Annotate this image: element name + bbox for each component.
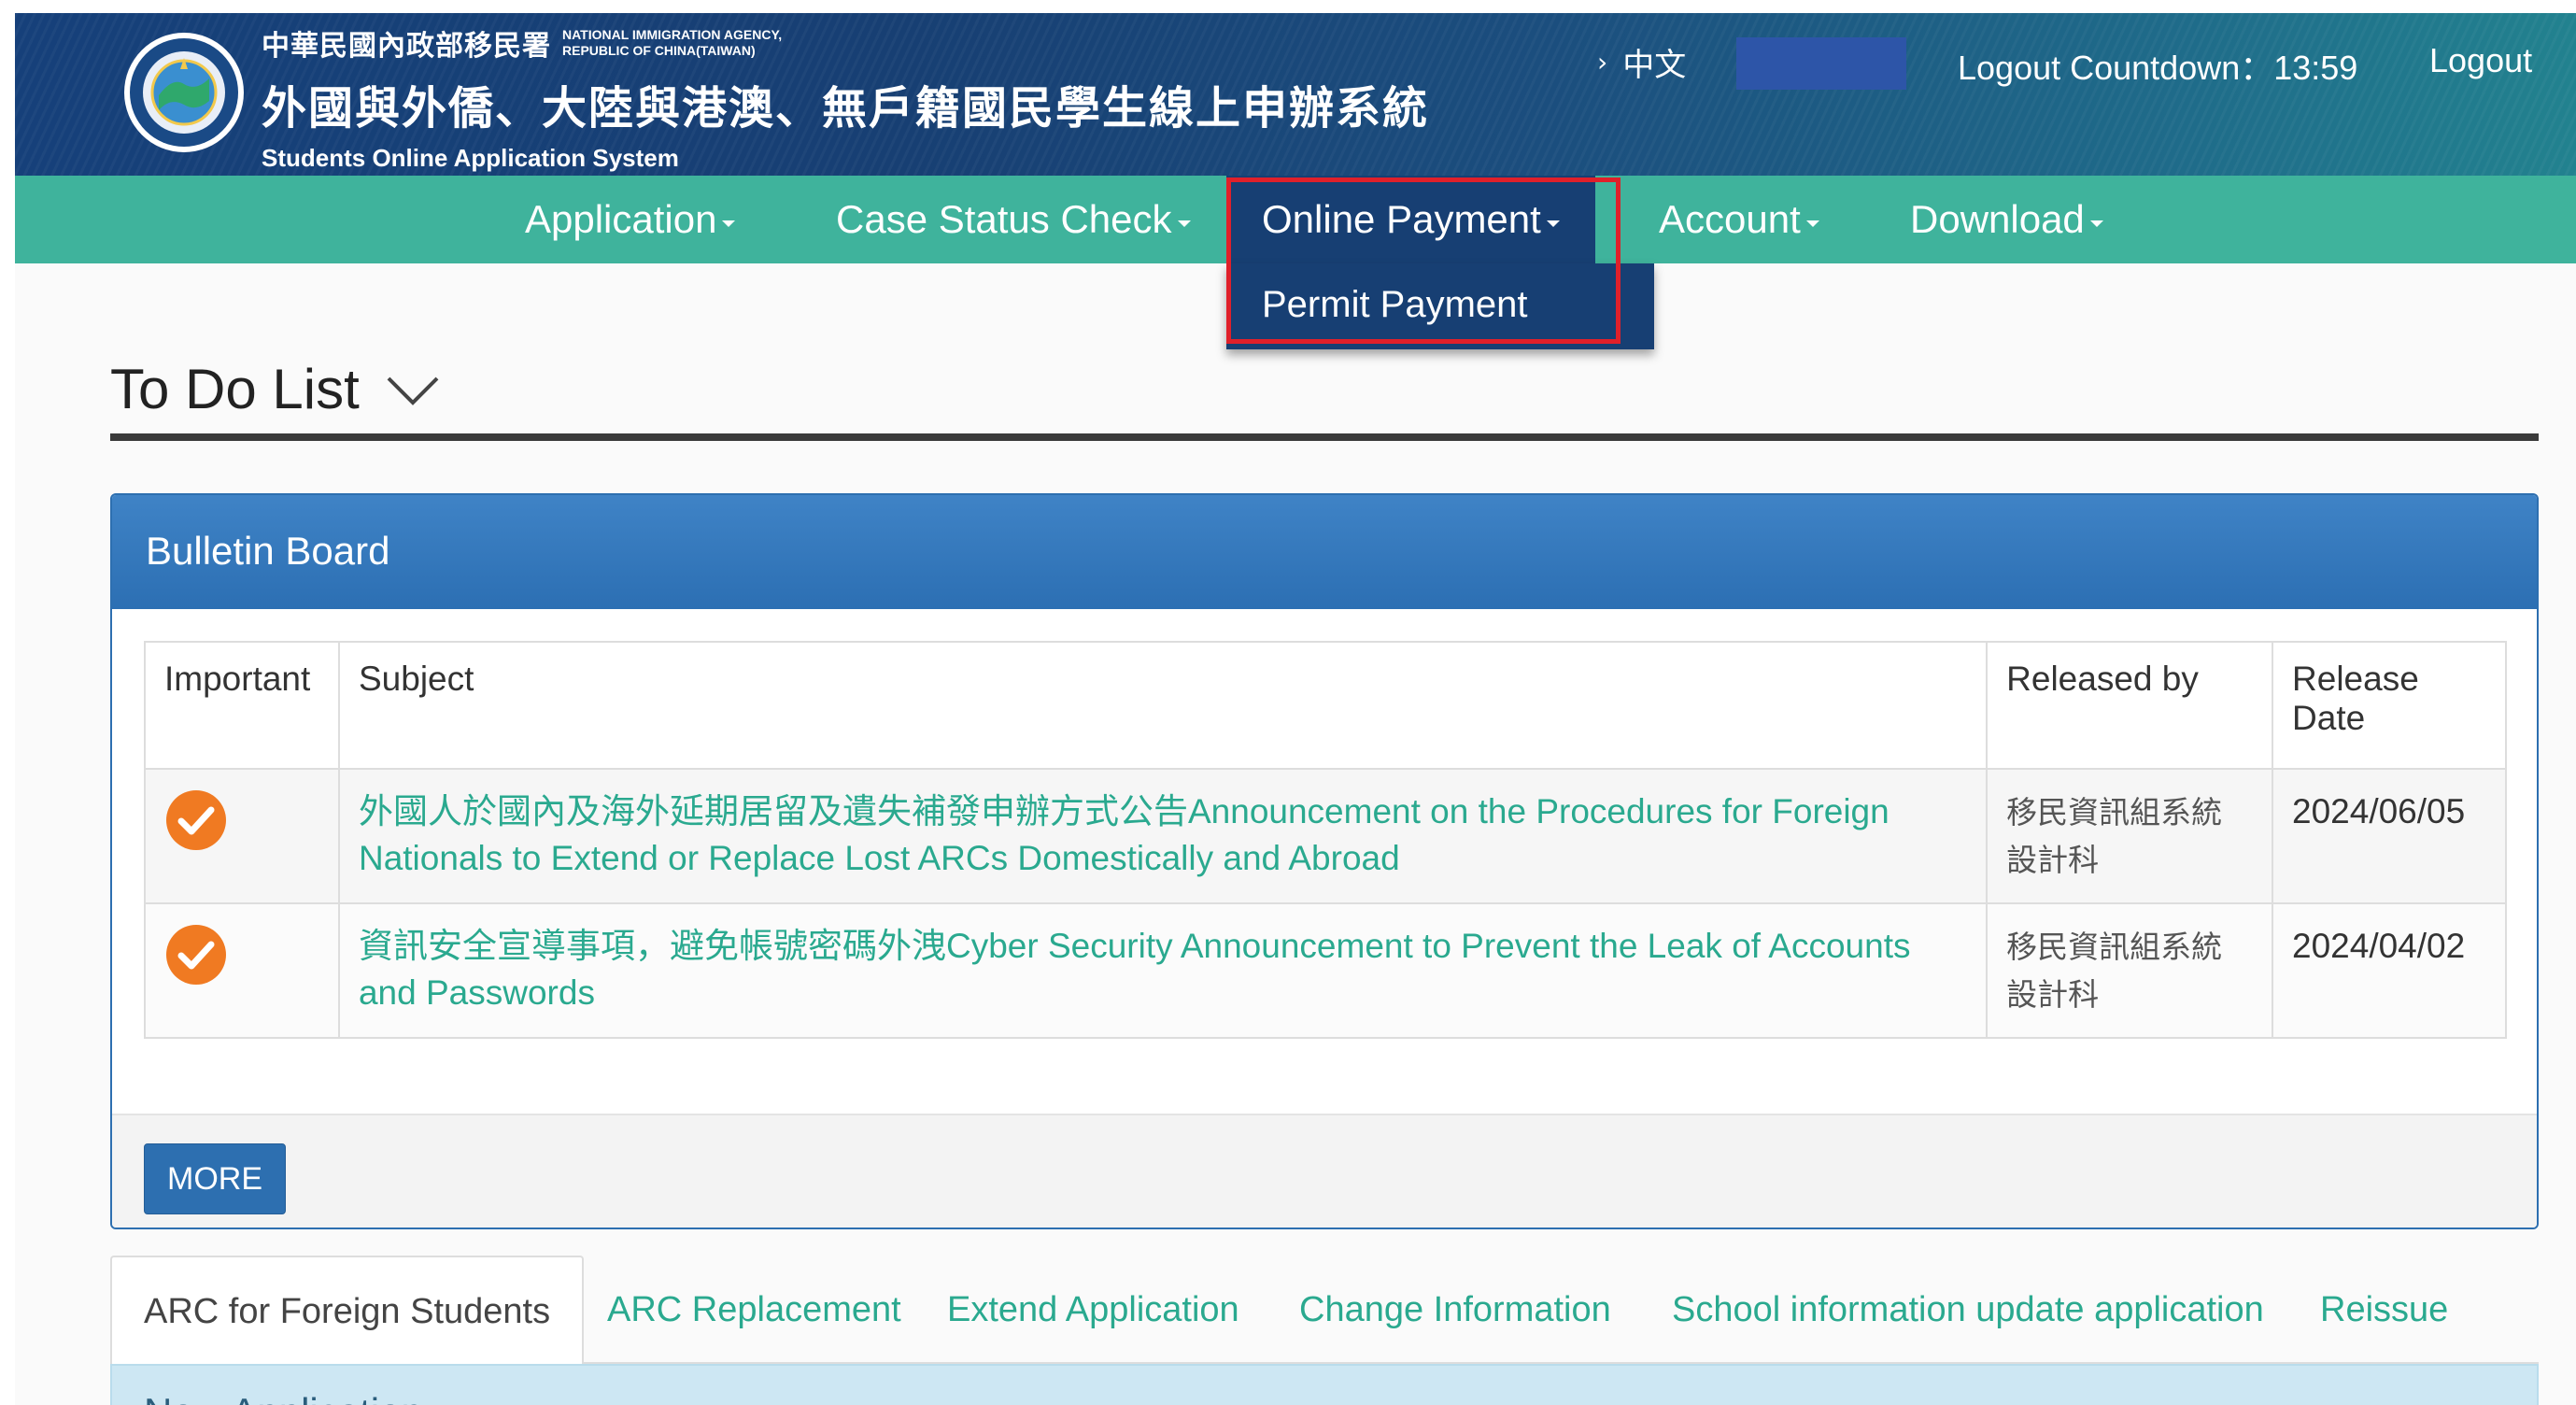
- main-nav: Application Case Status Check Online Pay…: [15, 176, 2576, 263]
- system-name-zh: 外國與外僑、大陸與港澳、無戶籍國民學生線上申辦系統: [262, 82, 1430, 135]
- nav-case-status-check[interactable]: Case Status Check: [836, 176, 1191, 263]
- caret-down-icon: [2089, 220, 2103, 227]
- bulletin-board-panel: Bulletin Board Important Subject Release…: [110, 493, 2539, 1229]
- agency-name-en-line2: REPUBLIC OF CHINA(TAIWAN): [562, 43, 756, 58]
- chevron-down-icon: [387, 376, 439, 405]
- agency-seal-icon: [124, 33, 244, 152]
- bulletin-table: Important Subject Released by Release Da…: [144, 641, 2507, 1039]
- tab-school-information-update[interactable]: School information update application: [1672, 1256, 2264, 1364]
- site-title: 中華民國內政部移民署 NATIONAL IMMIGRATION AGENCY, …: [262, 22, 1429, 173]
- user-name-box: [1736, 37, 1906, 90]
- tab-reissue[interactable]: Reissue: [2320, 1256, 2448, 1364]
- released-by-cell: 移民資訊組系統設計科: [1986, 902, 2274, 1039]
- released-by-text: 移民資訊組系統設計科: [2006, 929, 2223, 1013]
- divider: [110, 433, 2539, 441]
- nav-account[interactable]: Account: [1659, 176, 1819, 263]
- language-label: 中文: [1622, 47, 1687, 84]
- agency-name-en: NATIONAL IMMIGRATION AGENCY, REPUBLIC OF…: [562, 27, 782, 59]
- caret-down-icon: [722, 220, 736, 227]
- released-by-text: 移民資訊組系統設計科: [2006, 794, 2223, 878]
- agency-name-en-line1: NATIONAL IMMIGRATION AGENCY,: [562, 27, 783, 42]
- column-header-important: Important: [144, 641, 340, 770]
- caret-down-icon: [1546, 220, 1560, 227]
- nav-online-payment[interactable]: Online Payment: [1226, 176, 1595, 263]
- nav-application-label: Application: [525, 197, 717, 241]
- nav-download-label: Download: [1910, 197, 2085, 241]
- important-check-icon: [166, 925, 226, 985]
- tab-arc-for-foreign-students[interactable]: ARC for Foreign Students: [110, 1256, 585, 1366]
- nav-case-status-label: Case Status Check: [836, 197, 1172, 241]
- todo-list-title: To Do List: [110, 358, 360, 420]
- bulletin-board-title: Bulletin Board: [146, 529, 390, 573]
- important-cell: [144, 768, 340, 904]
- bulletin-subject-link[interactable]: 資訊安全宣導事項，避免帳號密碼外洩Cyber Security Announce…: [359, 927, 1911, 1012]
- nav-account-label: Account: [1659, 197, 1801, 241]
- more-button[interactable]: MORE: [144, 1143, 286, 1214]
- bulletin-board-footer: MORE: [112, 1114, 2537, 1228]
- bulletin-board-header: Bulletin Board: [112, 495, 2537, 609]
- page: 中華民國內政部移民署 NATIONAL IMMIGRATION AGENCY, …: [15, 13, 2576, 1405]
- agency-name-zh: 中華民國內政部移民署: [262, 30, 551, 63]
- important-check-icon: [166, 790, 226, 850]
- table-row: 資訊安全宣導事項，避免帳號密碼外洩Cyber Security Announce…: [144, 902, 2507, 1039]
- online-payment-dropdown: Permit Payment: [1226, 263, 1654, 349]
- release-date-cell: 2024/06/05: [2272, 768, 2507, 904]
- caret-down-icon: [1177, 220, 1191, 227]
- column-header-release-date: Release Date: [2272, 641, 2507, 770]
- nav-application[interactable]: Application: [525, 176, 736, 263]
- column-header-released-by: Released by: [1986, 641, 2274, 770]
- tab-arc-replacement[interactable]: ARC Replacement: [607, 1256, 901, 1364]
- release-date-cell: 2024/04/02: [2272, 902, 2507, 1039]
- bulletin-subject-link[interactable]: 外國人於國內及海外延期居留及遺失補發申辦方式公告Announcement on …: [359, 792, 1890, 877]
- subject-cell: 外國人於國內及海外延期居留及遺失補發申辦方式公告Announcement on …: [337, 768, 1989, 904]
- new-application-panel: New Application: [110, 1364, 2539, 1405]
- nav-download[interactable]: Download: [1910, 176, 2103, 263]
- site-header: 中華民國內政部移民署 NATIONAL IMMIGRATION AGENCY, …: [15, 13, 2576, 176]
- table-header-row: Important Subject Released by Release Da…: [144, 641, 2507, 770]
- column-header-subject: Subject: [337, 641, 1989, 770]
- released-by-cell: 移民資訊組系統設計科: [1986, 768, 2274, 904]
- caret-down-icon: [1805, 220, 1819, 227]
- language-switch-link[interactable]: › 中文: [1597, 39, 1686, 85]
- logout-link[interactable]: Logout: [2429, 41, 2532, 80]
- chevron-right-icon: ›: [1597, 47, 1608, 78]
- subject-cell: 資訊安全宣導事項，避免帳號密碼外洩Cyber Security Announce…: [337, 902, 1989, 1039]
- important-cell: [144, 902, 340, 1039]
- tab-change-information[interactable]: Change Information: [1299, 1256, 1611, 1364]
- menu-item-permit-payment[interactable]: Permit Payment: [1262, 284, 1528, 326]
- application-tabs: ARC for Foreign Students ARC Replacement…: [110, 1256, 2539, 1366]
- todo-list-toggle[interactable]: To Do List: [110, 357, 440, 421]
- system-name-en: Students Online Application System: [262, 144, 679, 172]
- tab-extend-application[interactable]: Extend Application: [947, 1256, 1239, 1364]
- new-application-title: New Application: [144, 1390, 423, 1405]
- nav-online-payment-label: Online Payment: [1262, 197, 1541, 241]
- logout-countdown: Logout Countdown：13:59: [1958, 49, 2358, 87]
- table-row: 外國人於國內及海外延期居留及遺失補發申辦方式公告Announcement on …: [144, 768, 2507, 904]
